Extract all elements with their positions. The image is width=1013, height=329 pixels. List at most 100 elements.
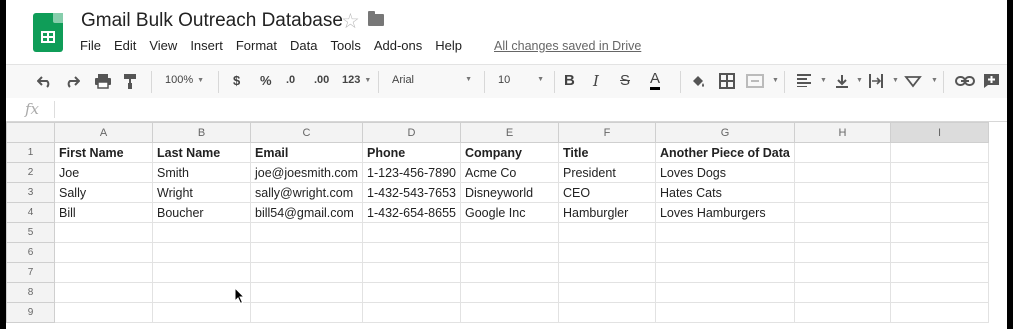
table-cell[interactable] [793, 162, 891, 183]
bold-button[interactable]: B [564, 72, 575, 89]
table-cell[interactable] [152, 242, 251, 263]
borders-icon[interactable] [719, 73, 735, 89]
table-cell[interactable]: President [557, 162, 656, 183]
table-cell[interactable]: Hamburgler [557, 202, 656, 223]
table-cell[interactable] [654, 222, 795, 243]
menu-tools[interactable]: Tools [330, 38, 360, 53]
font-family-select[interactable]: Arial ▼ [392, 74, 472, 86]
column-header-c[interactable]: C [249, 122, 364, 143]
table-cell[interactable]: Bill [54, 202, 153, 223]
vertical-align-dropdown-icon[interactable]: ▼ [856, 77, 863, 84]
row-header[interactable]: 7 [6, 262, 55, 283]
column-header-b[interactable]: B [152, 122, 251, 143]
table-cell[interactable]: Hates Cats [654, 182, 795, 203]
column-header-i[interactable]: I [889, 122, 989, 143]
table-cell[interactable] [459, 222, 559, 243]
table-cell[interactable]: Loves Hamburgers [654, 202, 795, 223]
table-cell[interactable] [152, 302, 251, 323]
menu-view[interactable]: View [149, 38, 177, 53]
percent-format-button[interactable]: % [260, 73, 272, 88]
vertical-align-icon[interactable] [835, 73, 849, 89]
text-wrapping-dropdown-icon[interactable]: ▼ [892, 77, 899, 84]
table-cell[interactable] [54, 302, 153, 323]
header-cell[interactable]: First Name [54, 142, 153, 163]
table-cell[interactable] [793, 282, 891, 303]
row-header[interactable]: 3 [6, 182, 55, 203]
font-size-select[interactable]: 10 ▼ [498, 74, 544, 86]
text-rotation-icon[interactable] [904, 73, 922, 89]
row-header[interactable]: 6 [6, 242, 55, 263]
text-color-button[interactable]: A [650, 70, 661, 90]
merge-dropdown-icon[interactable]: ▼ [772, 77, 779, 84]
menu-data[interactable]: Data [290, 38, 317, 53]
table-cell[interactable] [557, 302, 656, 323]
italic-button[interactable]: I [593, 72, 599, 90]
sheets-logo-icon[interactable] [33, 13, 63, 52]
menu-addons[interactable]: Add-ons [374, 38, 422, 53]
column-header-d[interactable]: D [362, 122, 461, 143]
formula-input[interactable] [62, 98, 1007, 121]
header-cell[interactable]: Last Name [152, 142, 251, 163]
row-header[interactable]: 4 [6, 202, 55, 223]
table-cell[interactable] [889, 282, 989, 303]
currency-format-button[interactable]: $ [233, 73, 240, 88]
table-cell[interactable] [654, 242, 795, 263]
table-cell[interactable] [249, 302, 364, 323]
folder-icon[interactable] [368, 11, 384, 26]
table-cell[interactable] [889, 162, 989, 183]
table-cell[interactable]: Boucher [152, 202, 251, 223]
header-cell[interactable]: Phone [362, 142, 461, 163]
table-cell[interactable] [459, 302, 559, 323]
table-cell[interactable]: Disneyworld [459, 182, 559, 203]
table-cell[interactable] [889, 302, 989, 323]
header-cell[interactable] [793, 142, 891, 163]
header-cell[interactable] [889, 142, 989, 163]
table-cell[interactable] [793, 302, 891, 323]
row-header[interactable]: 8 [6, 282, 55, 303]
table-cell[interactable] [362, 242, 461, 263]
document-title[interactable]: Gmail Bulk Outreach Database [81, 10, 343, 32]
table-cell[interactable]: sally@wright.com [249, 182, 364, 203]
table-cell[interactable] [793, 242, 891, 263]
column-header-a[interactable]: A [54, 122, 153, 143]
header-cell[interactable]: Another Piece of Data [654, 142, 795, 163]
table-cell[interactable]: Joe [54, 162, 153, 183]
select-all-corner[interactable] [6, 122, 55, 143]
table-cell[interactable] [557, 242, 656, 263]
row-header[interactable]: 2 [6, 162, 55, 183]
table-cell[interactable]: CEO [557, 182, 656, 203]
table-cell[interactable] [654, 282, 795, 303]
table-cell[interactable] [889, 242, 989, 263]
table-cell[interactable] [889, 222, 989, 243]
table-cell[interactable]: 1-432-654-8655 [362, 202, 461, 223]
table-cell[interactable]: Google Inc [459, 202, 559, 223]
table-cell[interactable]: 1-432-543-7653 [362, 182, 461, 203]
table-cell[interactable] [249, 222, 364, 243]
menu-help[interactable]: Help [435, 38, 462, 53]
table-cell[interactable] [362, 262, 461, 283]
horizontal-align-dropdown-icon[interactable]: ▼ [820, 77, 827, 84]
table-cell[interactable] [654, 262, 795, 283]
zoom-select[interactable]: 100% ▼ [165, 74, 204, 86]
star-icon[interactable]: ☆ [341, 9, 360, 34]
print-icon[interactable] [94, 73, 112, 89]
undo-icon[interactable] [37, 74, 53, 88]
table-cell[interactable] [793, 262, 891, 283]
insert-comment-icon[interactable] [983, 73, 1000, 89]
table-cell[interactable]: joe@joesmith.com [249, 162, 364, 183]
fill-color-icon[interactable] [690, 73, 706, 89]
menu-format[interactable]: Format [236, 38, 277, 53]
table-cell[interactable] [362, 222, 461, 243]
menu-file[interactable]: File [80, 38, 101, 53]
table-cell[interactable]: Wright [152, 182, 251, 203]
redo-icon[interactable] [64, 74, 80, 88]
table-cell[interactable] [793, 202, 891, 223]
table-cell[interactable] [459, 242, 559, 263]
table-cell[interactable] [793, 222, 891, 243]
text-rotation-dropdown-icon[interactable]: ▼ [931, 77, 938, 84]
table-cell[interactable]: Smith [152, 162, 251, 183]
header-cell[interactable]: Title [557, 142, 656, 163]
table-cell[interactable] [54, 282, 153, 303]
column-header-g[interactable]: G [654, 122, 795, 143]
more-formats-select[interactable]: 123 ▼ [342, 74, 371, 86]
